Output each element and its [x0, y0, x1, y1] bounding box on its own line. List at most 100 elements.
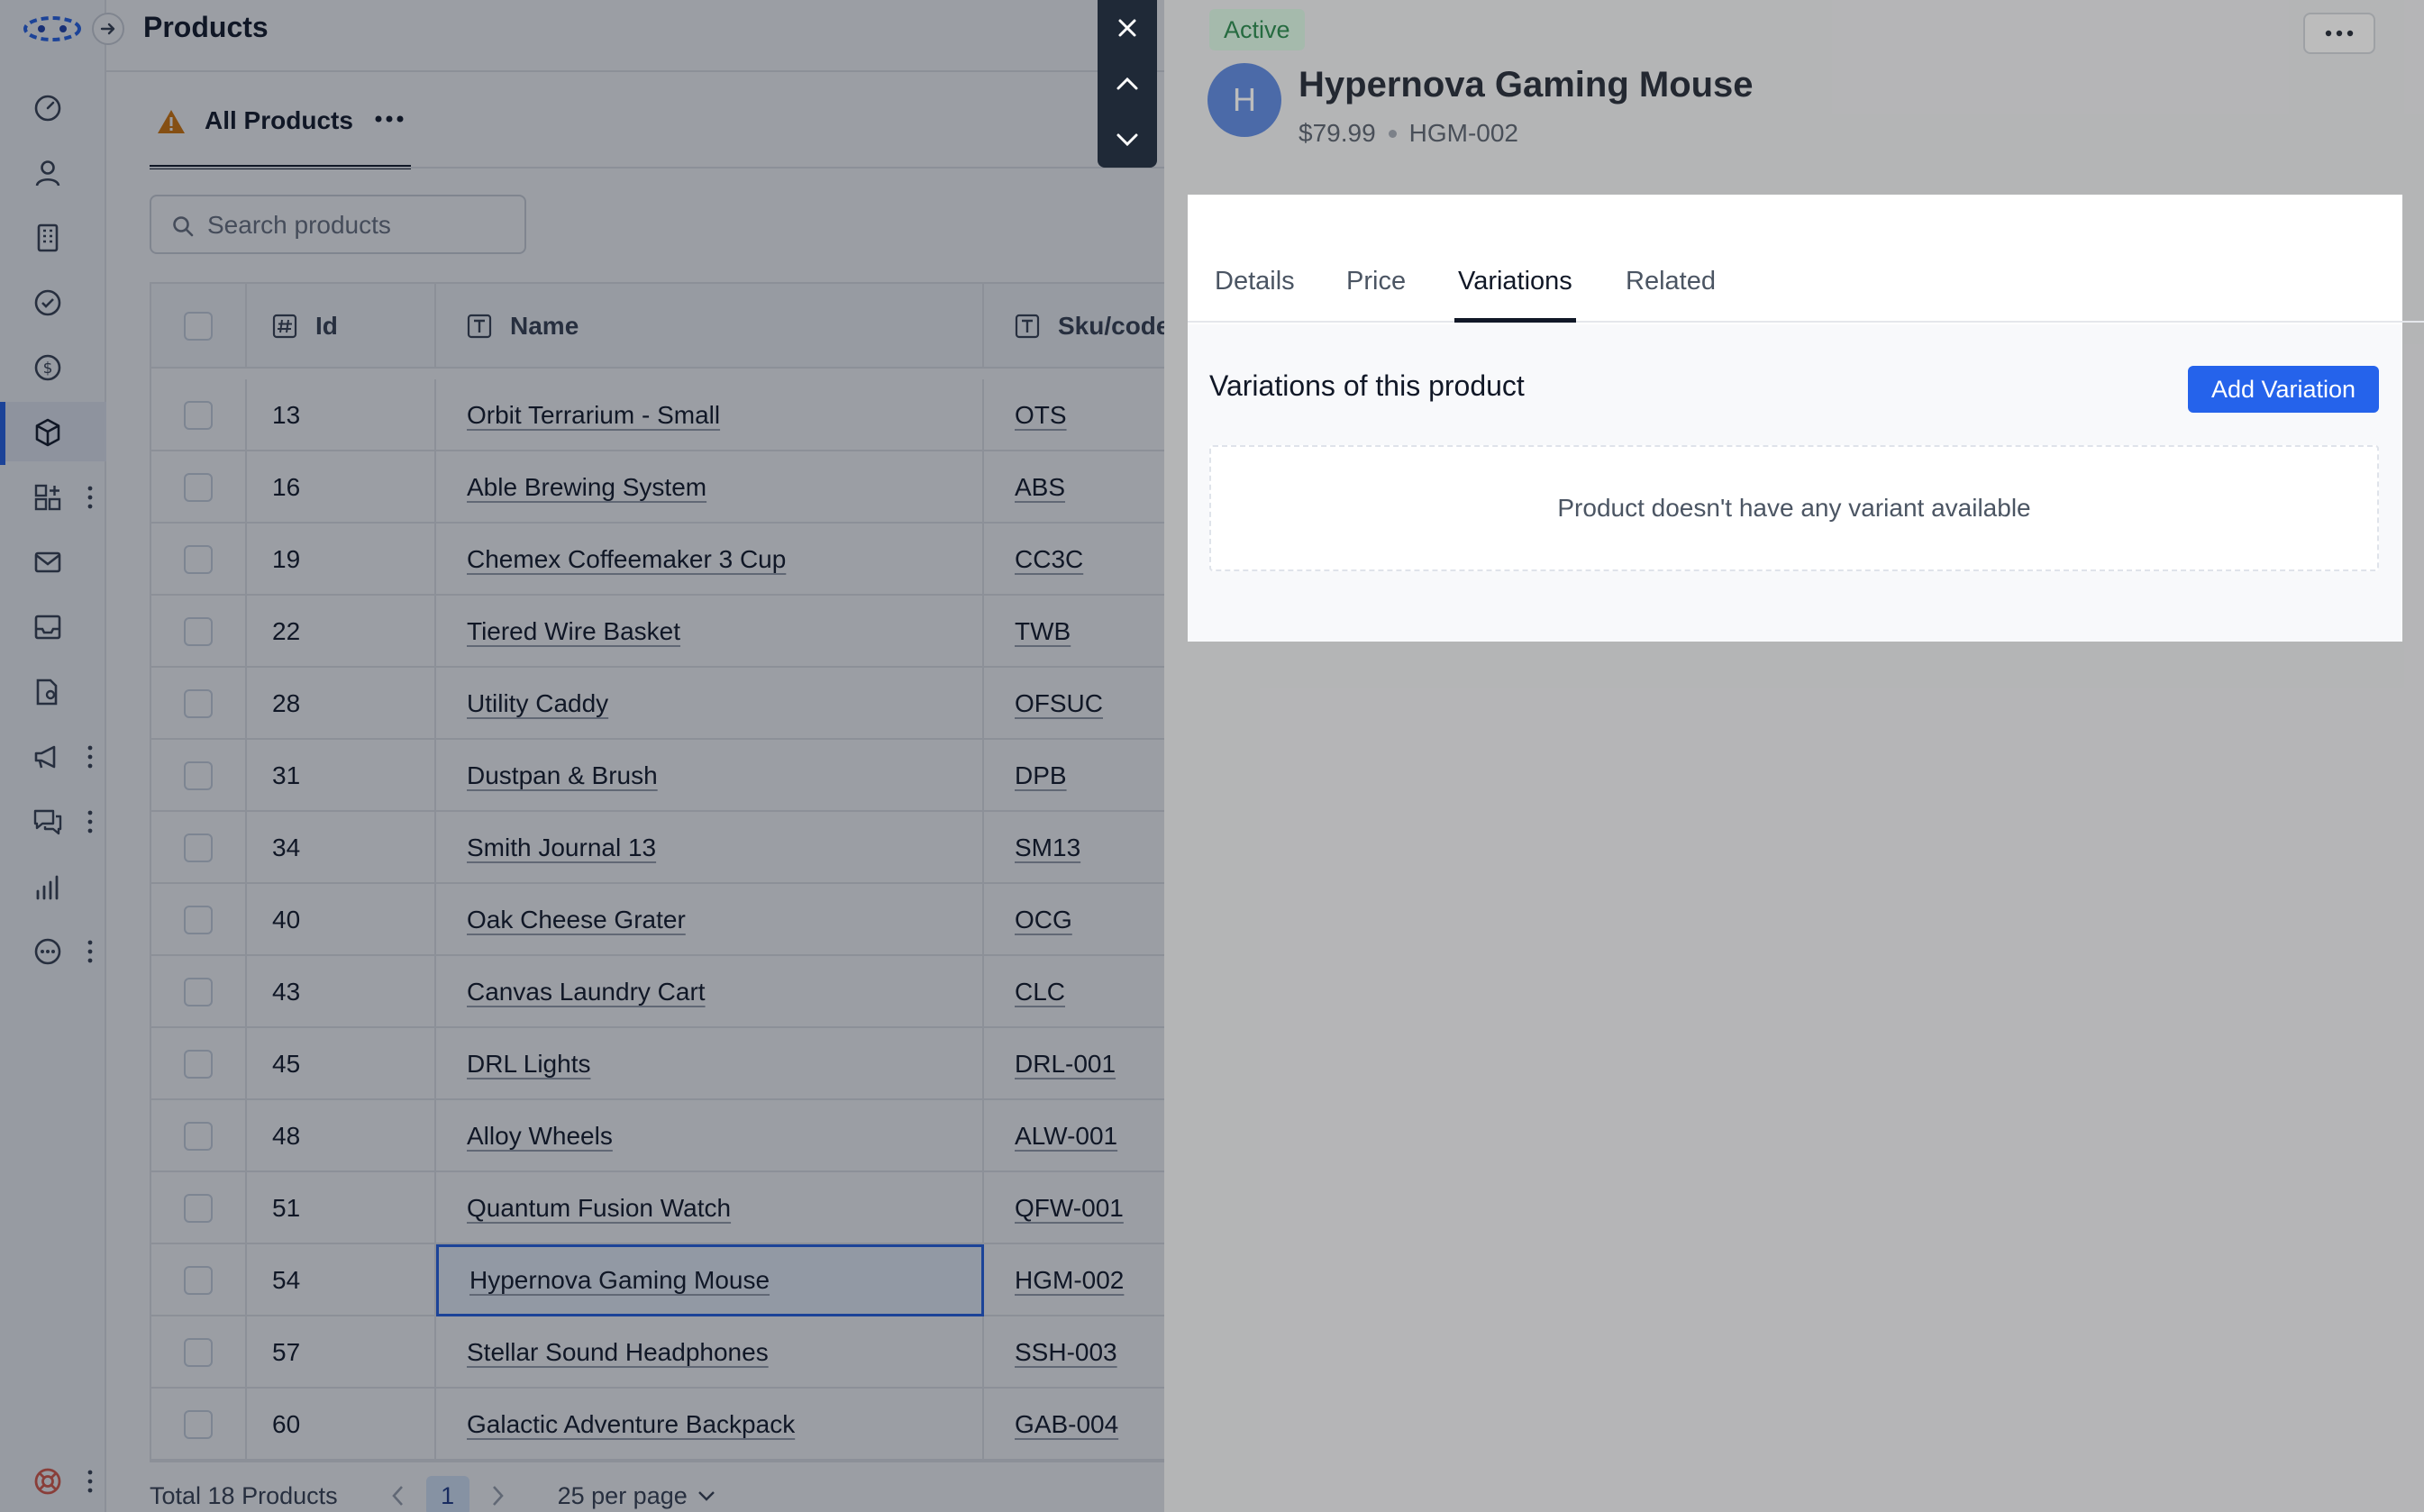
row-checkbox[interactable] [184, 473, 213, 502]
sidebar-item-campaigns[interactable] [0, 726, 106, 786]
product-name-link[interactable]: Dustpan & Brush [467, 761, 658, 790]
more-horizontal-icon[interactable] [373, 114, 406, 124]
cell-name[interactable]: Hypernova Gaming Mouse [436, 1244, 984, 1316]
cell-name[interactable]: Stellar Sound Headphones [436, 1316, 984, 1389]
sidebar-item-dashboard[interactable] [0, 77, 106, 137]
product-name-link[interactable]: Able Brewing System [467, 473, 706, 502]
table-row[interactable]: 16 Able Brewing System ABS [151, 451, 1164, 524]
page-button-current[interactable]: 1 [425, 1476, 469, 1512]
search-input[interactable] [207, 207, 514, 243]
next-record-button[interactable] [1098, 112, 1157, 168]
row-checkbox[interactable] [184, 833, 213, 862]
sidebar-item-mail[interactable] [0, 532, 106, 591]
previous-record-button[interactable] [1098, 56, 1157, 112]
column-header-name[interactable]: Name [436, 284, 984, 369]
kebab-icon[interactable] [83, 808, 97, 835]
cell-name[interactable]: Chemex Coffeemaker 3 Cup [436, 524, 984, 596]
table-row[interactable]: 45 DRL Lights DRL-001 [151, 1028, 1164, 1100]
cell-name[interactable]: Dustpan & Brush [436, 740, 984, 812]
sidebar-item-chat[interactable] [0, 791, 106, 851]
sidebar-item-reports[interactable] [0, 856, 106, 915]
cell-name[interactable]: Galactic Adventure Backpack [436, 1389, 984, 1461]
sidebar-item-products[interactable] [0, 402, 106, 465]
product-name-link[interactable]: Galactic Adventure Backpack [467, 1410, 795, 1439]
product-name-link[interactable]: Chemex Coffeemaker 3 Cup [467, 545, 786, 574]
table-row[interactable]: 31 Dustpan & Brush DPB [151, 740, 1164, 812]
sidebar-item-contacts[interactable] [0, 142, 106, 202]
table-row[interactable]: 57 Stellar Sound Headphones SSH-003 [151, 1316, 1164, 1389]
cell-name[interactable]: Orbit Terrarium - Small [436, 379, 984, 451]
product-name-link[interactable]: Smith Journal 13 [467, 833, 656, 862]
cell-name[interactable]: DRL Lights [436, 1028, 984, 1100]
product-name-link[interactable]: Canvas Laundry Cart [467, 978, 706, 1006]
sidebar-item-apps[interactable] [0, 467, 106, 526]
product-name-link[interactable]: Stellar Sound Headphones [467, 1338, 769, 1367]
row-checkbox[interactable] [184, 1410, 213, 1439]
table-row[interactable]: 28 Utility Caddy OFSUC [151, 668, 1164, 740]
product-name-link[interactable]: Orbit Terrarium - Small [467, 401, 720, 430]
table-row[interactable]: 48 Alloy Wheels ALW-001 [151, 1100, 1164, 1172]
table-row[interactable]: 43 Canvas Laundry Cart CLC [151, 956, 1164, 1028]
row-checkbox[interactable] [184, 545, 213, 574]
product-name-link[interactable]: Alloy Wheels [467, 1122, 613, 1151]
sidebar-item-deals[interactable]: $ [0, 337, 106, 396]
kebab-icon[interactable] [83, 484, 97, 511]
row-checkbox[interactable] [184, 689, 213, 718]
column-header-sku[interactable]: Sku/code [984, 284, 1164, 369]
sidebar-item-tasks[interactable] [0, 272, 106, 332]
table-row[interactable]: 40 Oak Cheese Grater OCG [151, 884, 1164, 956]
kebab-icon[interactable] [83, 938, 97, 965]
tab-details[interactable]: Details [1211, 267, 1299, 323]
tab-related[interactable]: Related [1622, 267, 1719, 323]
row-checkbox[interactable] [184, 1338, 213, 1367]
tab-price[interactable]: Price [1343, 267, 1409, 323]
row-checkbox[interactable] [184, 401, 213, 430]
row-checkbox[interactable] [184, 906, 213, 934]
sidebar-item-more[interactable] [0, 921, 106, 980]
cell-name[interactable]: Utility Caddy [436, 668, 984, 740]
cell-name[interactable]: Canvas Laundry Cart [436, 956, 984, 1028]
sidebar-item-documents[interactable] [0, 661, 106, 721]
cell-name[interactable]: Oak Cheese Grater [436, 884, 984, 956]
table-row[interactable]: 22 Tiered Wire Basket TWB [151, 596, 1164, 668]
product-name-link[interactable]: Tiered Wire Basket [467, 617, 680, 646]
sidebar-item-companies[interactable] [0, 207, 106, 267]
brand-logo-icon[interactable] [22, 13, 83, 45]
chevron-left-icon[interactable] [388, 1483, 408, 1508]
add-variation-button[interactable]: Add Variation [2188, 366, 2379, 413]
sidebar-item-inbox[interactable] [0, 597, 106, 656]
cell-name[interactable]: Able Brewing System [436, 451, 984, 524]
drawer-actions-button[interactable] [2303, 13, 2375, 54]
tab-variations[interactable]: Variations [1454, 267, 1576, 323]
table-row[interactable]: 19 Chemex Coffeemaker 3 Cup CC3C [151, 524, 1164, 596]
cell-name[interactable]: Smith Journal 13 [436, 812, 984, 884]
row-checkbox[interactable] [184, 1122, 213, 1151]
table-row[interactable]: 54 Hypernova Gaming Mouse HGM-002 [151, 1244, 1164, 1316]
chevron-right-icon[interactable] [488, 1483, 507, 1508]
row-checkbox[interactable] [184, 1050, 213, 1079]
row-checkbox[interactable] [184, 761, 213, 790]
product-name-link[interactable]: Utility Caddy [467, 689, 608, 718]
product-name-link[interactable]: Oak Cheese Grater [467, 906, 686, 934]
per-page-select[interactable]: 25 per page [558, 1482, 716, 1510]
product-name-link[interactable]: DRL Lights [467, 1050, 590, 1079]
kebab-icon[interactable] [83, 743, 97, 770]
column-header-id[interactable]: Id [247, 284, 436, 369]
sidebar-toggle-button[interactable] [92, 13, 124, 45]
table-row[interactable]: 34 Smith Journal 13 SM13 [151, 812, 1164, 884]
tab-all-products[interactable]: All Products [150, 97, 411, 169]
product-name-link[interactable]: Quantum Fusion Watch [467, 1194, 731, 1223]
kebab-icon[interactable] [83, 1468, 97, 1495]
sidebar-item-help[interactable] [0, 1451, 106, 1510]
table-row[interactable]: 60 Galactic Adventure Backpack GAB-004 [151, 1389, 1164, 1461]
select-all-checkbox[interactable] [184, 312, 213, 341]
row-checkbox[interactable] [184, 978, 213, 1006]
close-button[interactable] [1098, 0, 1157, 56]
table-row[interactable]: 51 Quantum Fusion Watch QFW-001 [151, 1172, 1164, 1244]
row-checkbox[interactable] [184, 617, 213, 646]
cell-name[interactable]: Quantum Fusion Watch [436, 1172, 984, 1244]
row-checkbox[interactable] [184, 1266, 213, 1295]
cell-name[interactable]: Tiered Wire Basket [436, 596, 984, 668]
table-row[interactable]: 13 Orbit Terrarium - Small OTS [151, 379, 1164, 451]
product-name-link[interactable]: Hypernova Gaming Mouse [469, 1266, 770, 1295]
